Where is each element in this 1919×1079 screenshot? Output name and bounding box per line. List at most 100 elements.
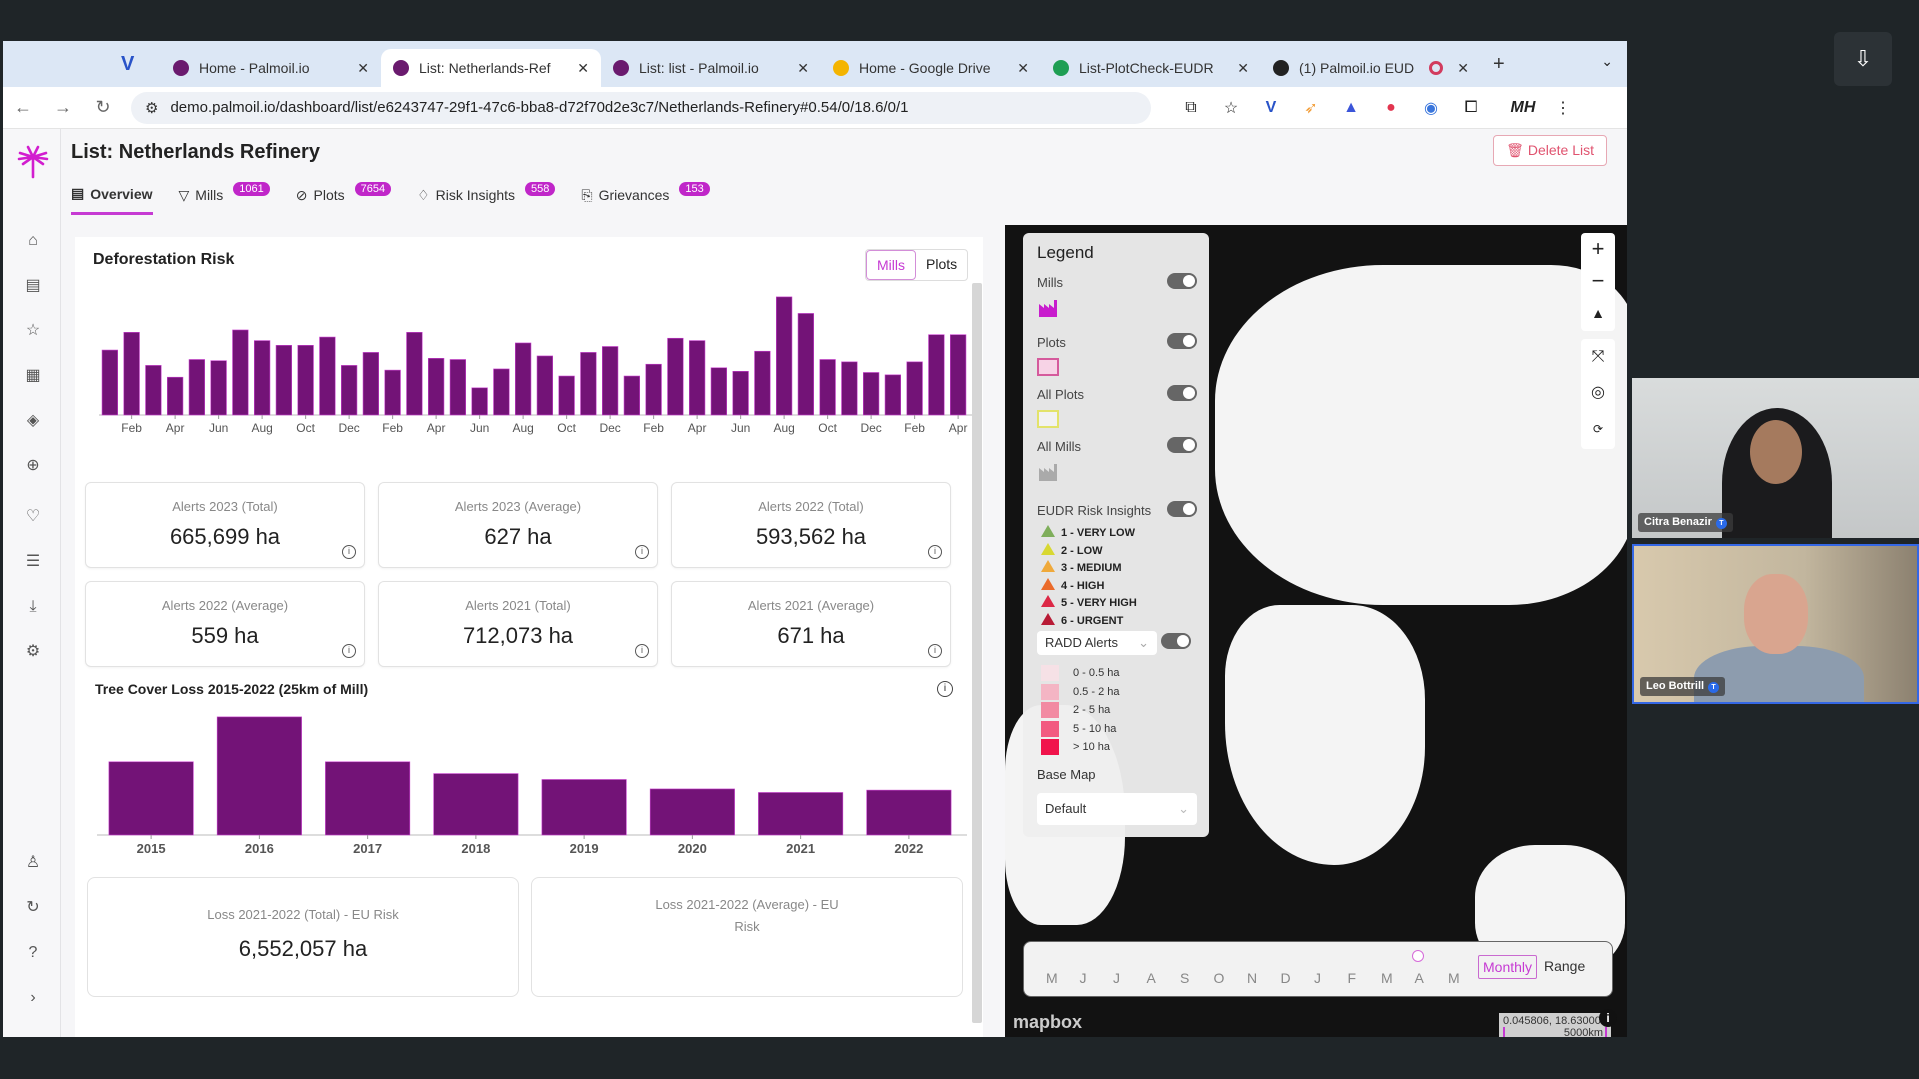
bar[interactable] — [949, 334, 967, 416]
bar[interactable] — [862, 372, 880, 416]
bar[interactable] — [275, 345, 293, 416]
bar[interactable] — [536, 355, 554, 416]
bar[interactable] — [866, 789, 952, 836]
rotate-3d-icon[interactable]: ⟳ — [1581, 411, 1615, 447]
download-icon[interactable]: ⇩ — [1834, 32, 1892, 86]
bar[interactable] — [580, 352, 597, 416]
tab-grievances[interactable]: ⎘ Grievances 153 — [581, 182, 710, 215]
bar[interactable] — [433, 773, 519, 836]
bar[interactable] — [325, 761, 411, 836]
bar[interactable] — [797, 313, 815, 416]
tab-search-chevron-icon[interactable]: ⌄ — [1601, 53, 1613, 70]
open-external-icon[interactable]: ⧉ — [1171, 99, 1211, 117]
bar[interactable] — [297, 345, 314, 416]
zoom-in-button[interactable]: + — [1581, 233, 1615, 265]
radd-toggle-switch[interactable] — [1161, 633, 1191, 649]
timeline-handle[interactable] — [1411, 950, 1424, 962]
bar[interactable] — [406, 332, 423, 416]
lightbulb-icon[interactable]: ♡ — [23, 507, 43, 527]
extension-bird-icon[interactable]: ➶ — [1291, 98, 1331, 118]
bar[interactable] — [232, 329, 249, 416]
globe-icon[interactable]: ⊕ — [23, 456, 43, 476]
home-icon[interactable]: ⌂ — [23, 231, 43, 251]
map-book-icon[interactable]: ▦ — [23, 366, 43, 386]
bar[interactable] — [667, 337, 684, 416]
compass-button[interactable]: ▲ — [1581, 297, 1615, 329]
mapbox-logo[interactable]: mapbox — [1013, 1012, 1082, 1033]
monthly-button[interactable]: Monthly — [1478, 955, 1538, 979]
bar[interactable] — [601, 346, 619, 416]
tab-mills[interactable]: ▽ Mills 1061 — [179, 182, 270, 215]
timeline-month[interactable]: A — [1147, 970, 1156, 986]
bar[interactable] — [928, 334, 945, 416]
list-icon[interactable]: ☰ — [23, 552, 43, 572]
radd-alerts-select[interactable]: RADD Alerts ⌄ — [1037, 631, 1157, 655]
tab-risk-insights[interactable]: ♢ Risk Insights 558 — [417, 182, 556, 215]
bookmark-star-icon[interactable]: ☆ — [1211, 98, 1251, 118]
reload-icon[interactable]: ↻ — [83, 97, 123, 118]
settings-gear-icon[interactable]: ⚙ — [23, 642, 43, 662]
extensions-puzzle-icon[interactable]: ⧠ — [1451, 99, 1491, 117]
timeline-month[interactable]: O — [1214, 970, 1225, 986]
bar[interactable] — [649, 788, 735, 836]
layer-toggle-switch[interactable] — [1167, 501, 1197, 517]
timeline-slider[interactable]: M J J A S O N D J F M A M Monthly Range — [1023, 941, 1613, 997]
info-icon[interactable]: i — [635, 644, 649, 658]
attribution-info-icon[interactable]: i — [1599, 1009, 1617, 1027]
info-icon[interactable]: i — [928, 644, 942, 658]
expand-sidebar-icon[interactable]: › — [23, 988, 43, 1008]
tab-close-icon[interactable]: ✕ — [1017, 60, 1029, 77]
profile-icon[interactable]: MH — [1503, 99, 1543, 117]
timeline-month[interactable]: F — [1348, 970, 1357, 986]
bar[interactable] — [427, 358, 445, 416]
bar[interactable] — [340, 365, 358, 416]
extension-red-icon[interactable]: ● — [1371, 99, 1411, 117]
vimeo-tab-icon[interactable]: V — [121, 53, 134, 76]
info-icon[interactable]: i — [928, 545, 942, 559]
map-view[interactable]: Legend Mills Plots All Plots All Mills EUDR R… — [1005, 225, 1627, 1037]
delete-list-button[interactable]: 🗑 Delete List — [1493, 135, 1607, 166]
range-button[interactable]: Range — [1544, 958, 1585, 974]
browser-tab[interactable]: (1) Palmoil.io EUD ✕ — [1261, 49, 1481, 87]
panel-scrollbar[interactable] — [972, 283, 982, 1023]
timeline-month[interactable]: J — [1113, 970, 1120, 986]
bar[interactable] — [362, 352, 380, 416]
tab-close-icon[interactable]: ✕ — [797, 60, 809, 77]
layer-toggle-switch[interactable] — [1167, 333, 1197, 349]
browser-tab[interactable]: List-PlotCheck-EUDR ✕ — [1041, 49, 1261, 87]
address-bar[interactable]: ⚙ demo.palmoil.io/dashboard/list/e624374… — [131, 91, 1151, 124]
dashboard-icon[interactable]: ▤ — [23, 276, 43, 296]
browser-menu-icon[interactable]: ⋮ — [1543, 98, 1583, 118]
layer-toggle-switch[interactable] — [1167, 385, 1197, 401]
video-tile-active-speaker[interactable]: Leo Bottrill T — [1632, 544, 1919, 704]
palm-logo-icon[interactable] — [15, 143, 51, 179]
geolocate-icon[interactable]: ◎ — [1581, 375, 1615, 411]
bar[interactable] — [754, 350, 771, 416]
info-icon[interactable]: i — [937, 681, 953, 697]
timeline-month[interactable]: D — [1281, 970, 1291, 986]
bar[interactable] — [514, 342, 532, 416]
layer-toggle-switch[interactable] — [1167, 437, 1197, 453]
tab-close-icon[interactable]: ✕ — [577, 60, 589, 77]
tab-overview[interactable]: ▤ Overview — [71, 185, 153, 215]
info-icon[interactable]: i — [635, 545, 649, 559]
bar[interactable] — [819, 359, 836, 416]
bar[interactable] — [449, 359, 467, 416]
info-icon[interactable]: i — [342, 644, 356, 658]
bar[interactable] — [216, 716, 302, 836]
bar[interactable] — [384, 369, 401, 416]
timeline-month[interactable]: J — [1080, 970, 1087, 986]
tab-close-icon[interactable]: ✕ — [1457, 60, 1469, 77]
back-icon[interactable]: ← — [3, 97, 43, 118]
bar[interactable] — [471, 387, 488, 416]
bar[interactable] — [710, 367, 728, 416]
timeline-month[interactable]: M — [1381, 970, 1393, 986]
browser-tab[interactable]: List: list - Palmoil.io ✕ — [601, 49, 821, 87]
fullscreen-icon[interactable]: ⤧ — [1581, 339, 1615, 375]
tab-close-icon[interactable]: ✕ — [357, 60, 369, 77]
zoom-out-button[interactable]: − — [1581, 265, 1615, 297]
bar[interactable] — [623, 375, 641, 416]
new-tab-button[interactable]: + — [1493, 53, 1505, 76]
browser-tab[interactable]: Home - Google Drive ✕ — [821, 49, 1041, 87]
video-tile[interactable]: Citra Benazir T — [1632, 378, 1919, 538]
